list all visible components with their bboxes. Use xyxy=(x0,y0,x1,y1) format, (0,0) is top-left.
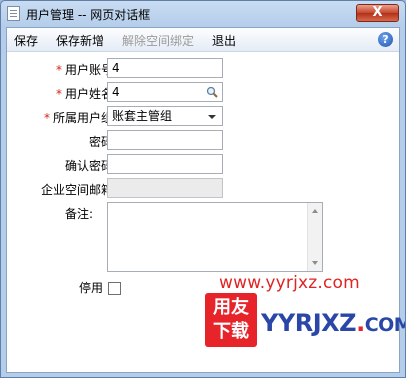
password-input[interactable] xyxy=(107,130,223,150)
email-label: 企业空间邮箱: xyxy=(40,183,117,197)
window-title: 用户管理 -- 网页对话框 xyxy=(26,8,151,22)
watermark-logo: 用友 下载 YYRJXZ.COM xyxy=(205,293,405,347)
title-bar[interactable]: 用户管理 -- 网页对话框 X xyxy=(1,1,405,27)
badge-bottom-text: 下载 xyxy=(213,321,249,342)
search-icon[interactable] xyxy=(206,86,218,98)
watermark-badge: 用友 下载 xyxy=(205,293,257,347)
confirm-password-input[interactable] xyxy=(107,154,223,174)
brand-dot: . xyxy=(356,309,365,337)
brand-text: YYRJXZ xyxy=(261,309,357,337)
toolbar: 保存 保存新增 解除空间绑定 退出 ? xyxy=(7,28,399,52)
scroll-up-icon[interactable] xyxy=(312,209,318,213)
save-button[interactable]: 保存 xyxy=(14,32,38,49)
save-new-button[interactable]: 保存新增 xyxy=(56,32,104,49)
required-mark: * xyxy=(43,111,50,125)
watermark-url: www.yyrjxz.com xyxy=(219,273,360,293)
badge-top-text: 用友 xyxy=(213,297,249,318)
scrollbar[interactable] xyxy=(307,203,322,271)
document-icon xyxy=(7,6,20,21)
close-button[interactable]: X xyxy=(356,4,399,22)
disable-checkbox[interactable] xyxy=(108,282,121,295)
disable-label: 停用 xyxy=(78,281,103,295)
chevron-down-icon[interactable] xyxy=(208,115,216,119)
exit-button[interactable]: 退出 xyxy=(212,32,236,49)
help-icon[interactable]: ? xyxy=(378,32,393,47)
remark-textarea[interactable] xyxy=(107,202,323,272)
email-input xyxy=(107,178,223,198)
account-input[interactable]: 4 xyxy=(107,58,223,78)
scroll-down-icon[interactable] xyxy=(312,261,318,265)
name-value: 4 xyxy=(112,85,120,99)
remark-label: 备注: xyxy=(64,207,93,221)
watermark-brand: YYRJXZ.COM xyxy=(261,309,405,337)
unbind-space-button[interactable]: 解除空间绑定 xyxy=(122,32,194,49)
group-value: 账套主管组 xyxy=(112,109,173,123)
dialog-window: 用户管理 -- 网页对话框 X 保存 保存新增 解除空间绑定 退出 ? * 用户账… xyxy=(0,0,406,378)
brand-tld: COM xyxy=(364,314,405,336)
name-input[interactable]: 4 xyxy=(107,82,223,102)
required-mark: * xyxy=(55,87,62,101)
group-select[interactable]: 账套主管组 xyxy=(107,106,223,126)
required-mark: * xyxy=(55,63,62,77)
